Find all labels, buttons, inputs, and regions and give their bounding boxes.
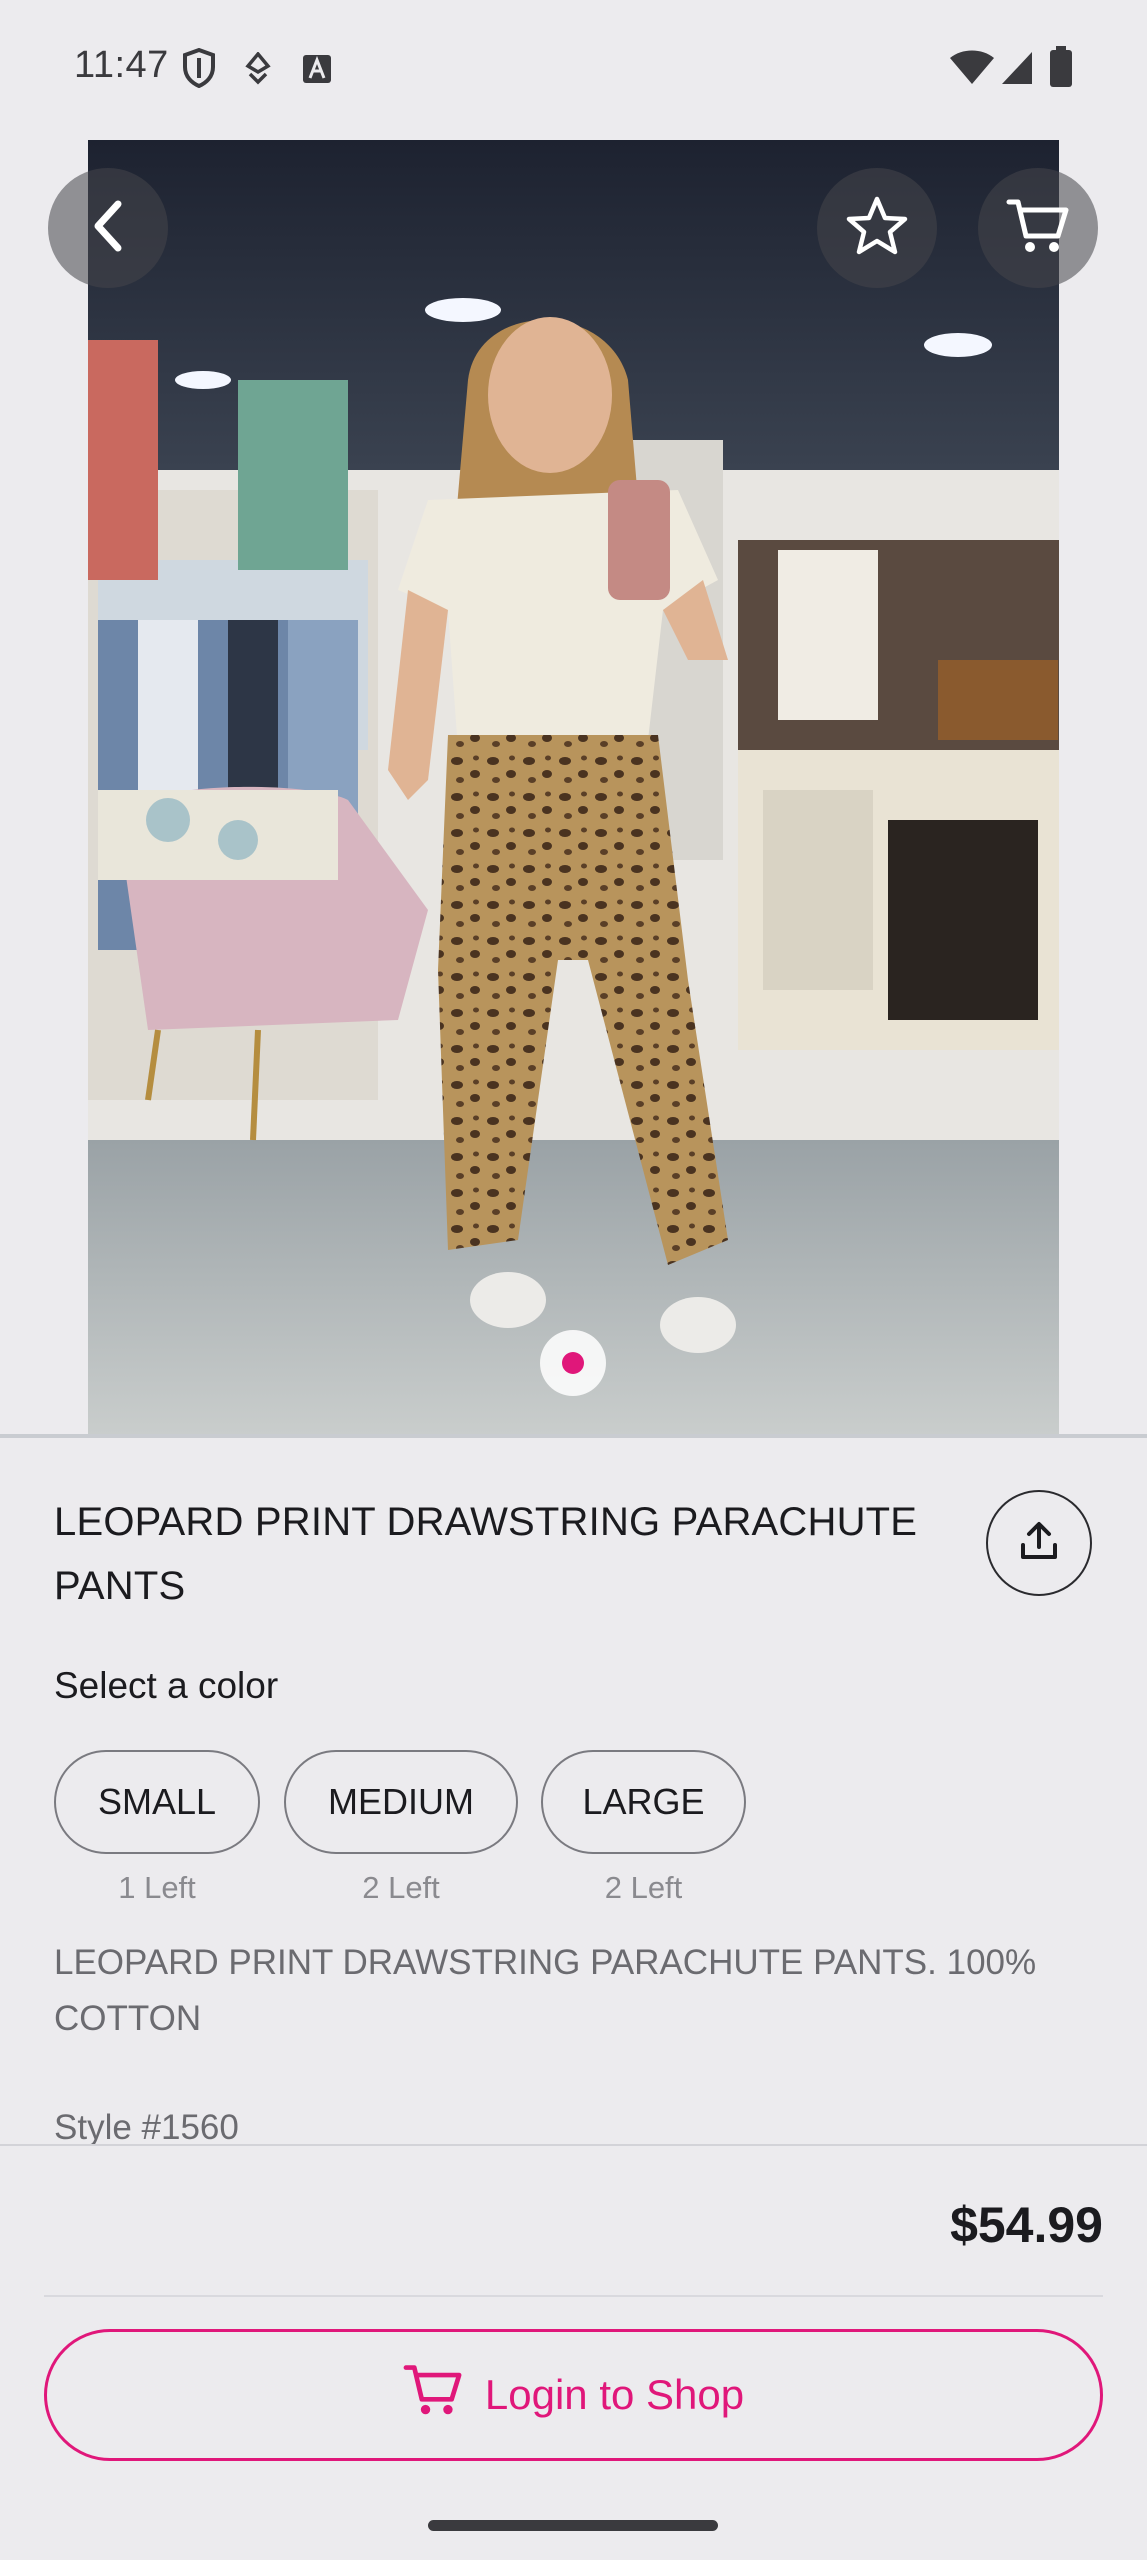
wifi-icon — [950, 50, 994, 91]
cart-button[interactable] — [978, 168, 1098, 288]
location-icon — [244, 51, 272, 91]
status-time: 11:47 — [74, 44, 169, 86]
a-icon — [302, 54, 332, 89]
product-description: LEOPARD PRINT DRAWSTRING PARACHUTE PANTS… — [54, 1943, 1037, 2038]
battery-icon — [1048, 46, 1074, 93]
shield-icon — [182, 47, 216, 93]
share-button[interactable] — [986, 1490, 1092, 1596]
cart-icon — [1006, 196, 1070, 261]
favorite-button[interactable] — [817, 168, 937, 288]
pager-dot-active[interactable] — [562, 1352, 584, 1374]
size-chip-small[interactable]: SMALL — [54, 1750, 260, 1854]
signal-icon — [1000, 50, 1034, 91]
style-number: Style #1560 — [54, 2108, 239, 2147]
size-chip-large[interactable]: LARGE — [541, 1750, 746, 1854]
login-to-shop-button[interactable]: Login to Shop — [44, 2329, 1103, 2461]
stock-count-large: 2 Left — [604, 1870, 683, 1905]
status-bar: 11:47 — [0, 0, 1147, 140]
star-icon — [845, 195, 909, 262]
product-screen: 11:47 LEOPARD PRINT DRAWSTRING PARACHUTE… — [0, 0, 1147, 2560]
image-divider — [0, 1434, 1147, 1438]
cart-icon — [403, 2362, 463, 2428]
price: $54.99 — [950, 2197, 1103, 2253]
chevron-left-icon — [88, 200, 128, 257]
stock-count-small: 1 Left — [118, 1870, 196, 1905]
product-image[interactable] — [88, 140, 1059, 1434]
stock-count-medium: 2 Left — [362, 1870, 440, 1905]
back-button[interactable] — [48, 168, 168, 288]
home-indicator[interactable] — [428, 2520, 718, 2531]
price-divider — [44, 2295, 1103, 2297]
product-title: LEOPARD PRINT DRAWSTRING PARACHUTE PANTS — [54, 1500, 918, 1608]
share-icon — [1017, 1519, 1061, 1568]
login-button-label: Login to Shop — [484, 2371, 745, 2418]
select-color-label: Select a color — [54, 1665, 279, 1706]
size-chip-medium[interactable]: MEDIUM — [284, 1750, 518, 1854]
product-photo — [88, 140, 1059, 1434]
